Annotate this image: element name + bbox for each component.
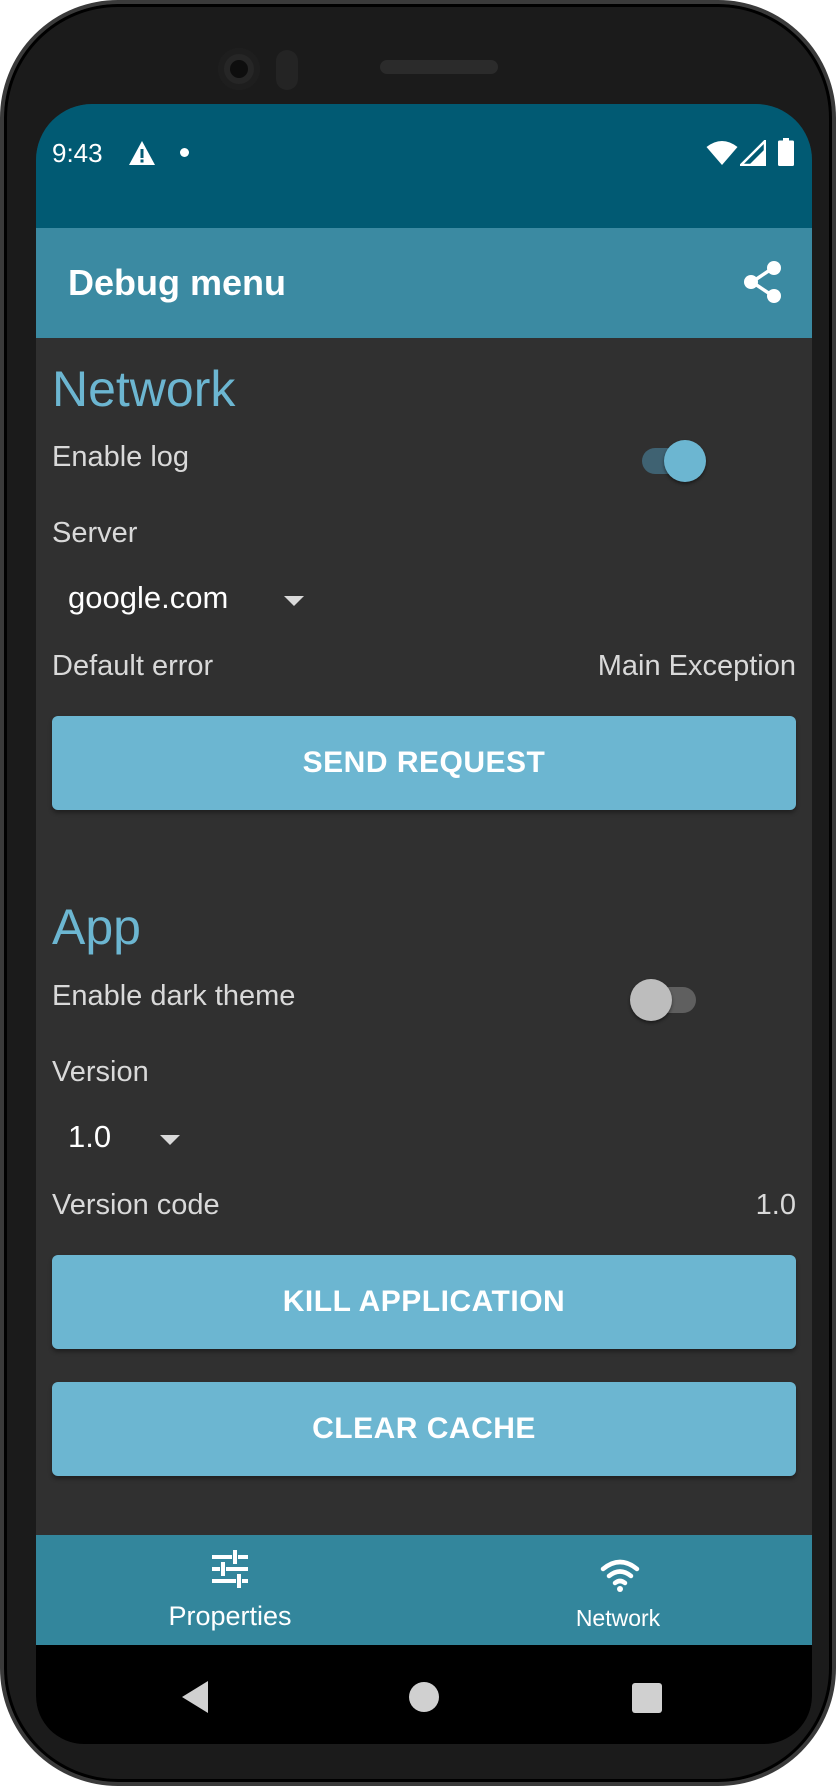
version-label: Version [52, 1056, 149, 1088]
phone-frame: 9:43 Debug menu Network Enable log Serve… [0, 0, 836, 1786]
home-icon[interactable] [409, 1682, 439, 1712]
dropdown-arrow-icon [284, 596, 304, 606]
send-request-button[interactable]: SEND REQUEST [52, 716, 796, 810]
default-error-value: Main Exception [597, 650, 796, 682]
dark-theme-label: Enable dark theme [52, 980, 296, 1012]
nav-item-properties[interactable]: Properties [36, 1535, 424, 1645]
alert-icon [129, 141, 155, 165]
app-section-title: App [52, 899, 141, 955]
enable-log-label: Enable log [52, 441, 190, 473]
server-dropdown[interactable]: google.com [52, 568, 304, 628]
server-label: Server [52, 517, 138, 549]
proximity-sensor [276, 50, 298, 90]
status-time: 9:43 [52, 138, 103, 168]
tune-sliders-icon [212, 1550, 248, 1588]
switch-thumb [630, 979, 672, 1021]
version-value: 1.0 [68, 1119, 112, 1154]
version-code-label: Version code [52, 1189, 220, 1221]
version-code-value: 1.0 [755, 1189, 796, 1221]
bottom-navigation: Properties Network [36, 1535, 812, 1645]
cell-signal-icon [740, 140, 766, 166]
recents-icon[interactable] [632, 1683, 662, 1713]
system-navigation-bar [36, 1645, 812, 1744]
default-error-label: Default error [52, 650, 214, 682]
share-icon[interactable] [742, 260, 784, 304]
app-bar: Debug menu [36, 228, 812, 338]
nav-label-properties: Properties [168, 1601, 292, 1631]
version-dropdown[interactable]: 1.0 [52, 1107, 182, 1167]
kill-application-button[interactable]: KILL APPLICATION [52, 1255, 796, 1349]
nav-item-network[interactable]: Network [424, 1535, 812, 1645]
battery-icon [778, 138, 794, 166]
wifi-icon [600, 1559, 640, 1592]
clear-cache-button[interactable]: CLEAR CACHE [52, 1382, 796, 1476]
wifi-icon [706, 141, 738, 165]
debug-content: Network Enable log Server google.com Def… [36, 338, 812, 1535]
notification-dot-icon [180, 148, 189, 157]
dropdown-arrow-icon [160, 1135, 180, 1145]
server-value: google.com [68, 580, 229, 615]
app-title: Debug menu [68, 262, 287, 303]
network-section-title: Network [52, 361, 236, 417]
screen: 9:43 Debug menu Network Enable log Serve… [36, 104, 812, 1744]
status-bar: 9:43 [36, 104, 812, 228]
switch-thumb [664, 440, 706, 482]
earpiece-speaker [380, 60, 498, 74]
front-camera [218, 48, 260, 90]
back-icon[interactable] [182, 1681, 208, 1713]
nav-label-network: Network [575, 1605, 661, 1631]
